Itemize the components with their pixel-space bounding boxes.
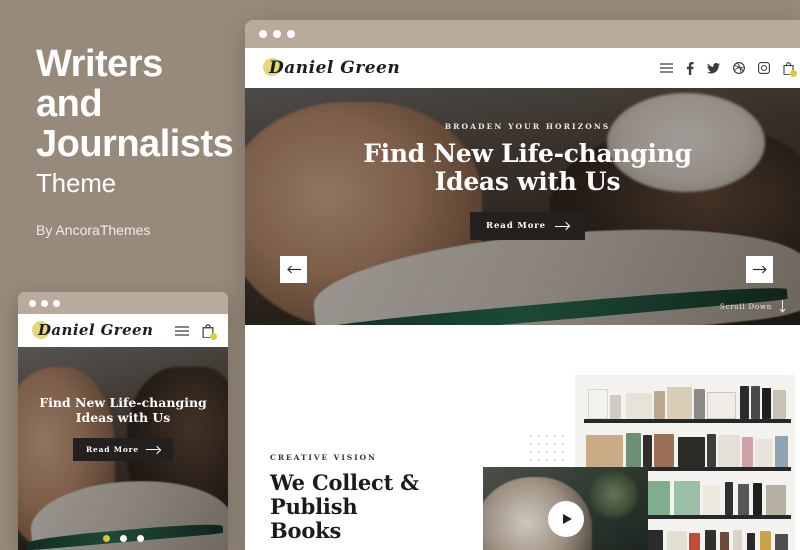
about-eyebrow: CREATIVE VISION — [270, 453, 377, 462]
twitter-icon[interactable] — [707, 62, 720, 74]
decorative-dot-grid — [527, 432, 567, 464]
about-title-line-1: We Collect & Publish — [270, 470, 419, 519]
dribbble-icon[interactable] — [733, 62, 745, 74]
mobile-logo-text: Daniel Green — [38, 321, 154, 339]
promo-panel: Writers and Journalists Theme By AncoraT… — [36, 44, 241, 238]
mobile-site-header: Daniel Green — [18, 314, 228, 347]
hero-read-more-button[interactable]: Read More — [470, 212, 585, 240]
promo-subtitle: Theme — [36, 168, 116, 198]
video-thumbnail[interactable] — [483, 467, 648, 550]
hero-title-line-2: Ideas with Us — [434, 167, 621, 196]
logo-text: Daniel Green — [269, 58, 401, 78]
mobile-hero-title-line-1: Find New Life-changing — [39, 395, 207, 410]
mobile-cart-icon[interactable] — [202, 323, 217, 340]
hamburger-menu-icon[interactable] — [660, 63, 673, 73]
header-icon-group — [660, 61, 797, 77]
mobile-hero-content: Find New Life-changing Ideas with Us Rea… — [18, 395, 228, 461]
mobile-browser-window: Daniel Green Find New Life-changing Idea… — [18, 292, 228, 550]
screenshot-root: Writers and Journalists Theme By AncoraT… — [0, 0, 800, 550]
slider-next-button[interactable] — [746, 256, 773, 283]
mobile-cart-badge — [210, 332, 217, 340]
window-close-dot[interactable] — [259, 30, 267, 38]
hero-title-line-1: Find New Life-changing — [363, 139, 692, 168]
mobile-hero-title-line-2: Ideas with Us — [75, 410, 171, 425]
scroll-down-label: Scroll Down — [719, 302, 772, 311]
facebook-icon[interactable] — [686, 61, 694, 75]
cart-icon[interactable] — [783, 61, 797, 77]
slider-dot-2[interactable] — [119, 535, 127, 542]
promo-byline: By AncoraThemes — [36, 222, 151, 238]
page-title: Writers and Journalists — [36, 44, 241, 164]
desktop-window-titlebar — [245, 20, 800, 48]
mobile-header-icon-group — [175, 323, 217, 340]
hero-eyebrow: BROADEN YOUR HORIZONS — [444, 122, 611, 131]
hero-slider: BROADEN YOUR HORIZONS Find New Life-chan… — [245, 88, 800, 325]
hero-read-more-label: Read More — [486, 221, 546, 231]
arrow-right-icon — [554, 225, 569, 227]
window-maximize-dot[interactable] — [287, 30, 295, 38]
desktop-browser-window: Daniel Green BROADEN YOUR HORIZONS Find … — [245, 20, 800, 550]
about-title: We Collect & Publish Books — [270, 471, 485, 543]
arrow-down-icon — [779, 300, 786, 313]
slider-prev-button[interactable] — [280, 256, 307, 283]
instagram-icon[interactable] — [758, 62, 770, 74]
slider-dot-3[interactable] — [136, 535, 144, 542]
promo-title-line-3: Journalists — [36, 123, 234, 165]
mobile-hero-slider: Find New Life-changing Ideas with Us Rea… — [18, 347, 228, 550]
mobile-arrow-right-icon — [145, 449, 160, 450]
mobile-read-more-button[interactable]: Read More — [73, 438, 173, 461]
hero-title: Find New Life-changing Ideas with Us — [297, 140, 758, 196]
slider-dot-1[interactable] — [102, 535, 110, 542]
mobile-window-maximize-dot[interactable] — [53, 299, 60, 307]
mobile-read-more-label: Read More — [86, 445, 139, 454]
about-title-line-2: Books — [270, 518, 342, 543]
mobile-hamburger-menu-icon[interactable] — [175, 325, 189, 336]
mobile-window-titlebar — [18, 292, 228, 314]
play-button[interactable] — [547, 500, 584, 537]
promo-title-line-2: and — [36, 83, 103, 125]
about-copy: CREATIVE VISION We Collect & Publish Boo… — [270, 453, 485, 550]
cart-badge — [790, 69, 797, 77]
mobile-hero-title: Find New Life-changing Ideas with Us — [32, 395, 214, 425]
mobile-slider-pagination — [18, 535, 228, 542]
hero-content: BROADEN YOUR HORIZONS Find New Life-chan… — [245, 122, 800, 240]
mobile-site-logo[interactable]: Daniel Green — [32, 321, 153, 340]
window-minimize-dot[interactable] — [273, 30, 281, 38]
mobile-window-minimize-dot[interactable] — [41, 299, 48, 307]
site-header: Daniel Green — [245, 48, 800, 88]
mobile-window-close-dot[interactable] — [29, 299, 36, 307]
promo-title-line-1: Writers — [36, 43, 163, 85]
play-icon — [562, 513, 572, 524]
scroll-down-indicator[interactable]: Scroll Down — [720, 300, 786, 313]
site-logo[interactable]: Daniel Green — [263, 58, 400, 78]
